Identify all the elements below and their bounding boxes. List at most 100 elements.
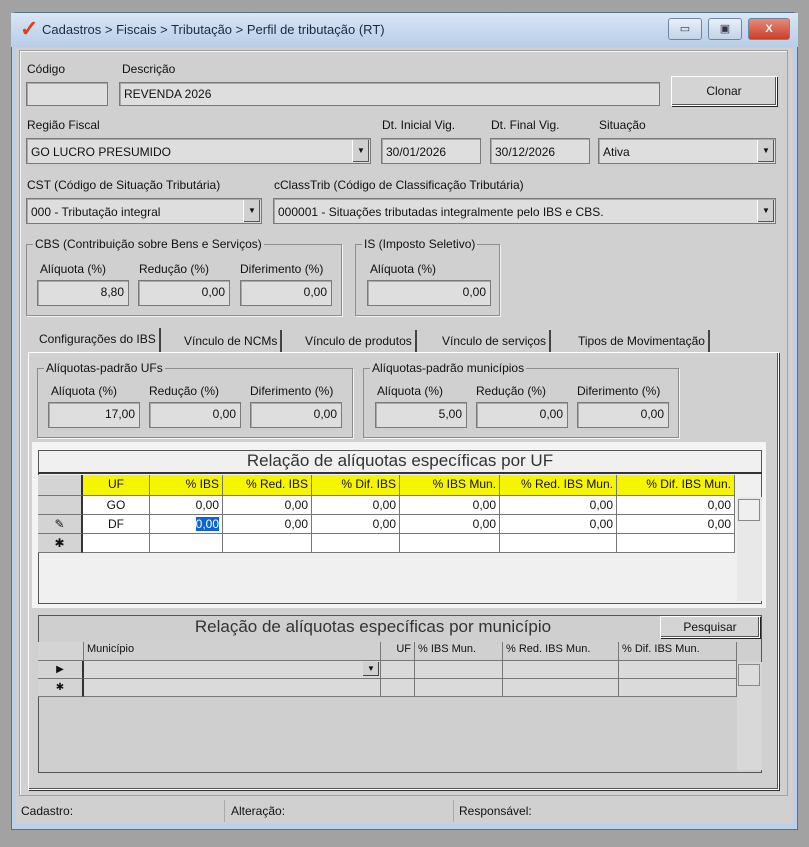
grid-uf-header-2[interactable]: % Red. IBS (223, 475, 312, 496)
grid-uf-cell[interactable]: 0,00 (400, 515, 500, 534)
grid-uf-cell[interactable]: 0,00 (223, 515, 312, 534)
is-title: IS (Imposto Seletivo) (362, 237, 478, 251)
scrollbar-thumb[interactable] (738, 664, 760, 686)
grid-uf-cell[interactable] (223, 534, 312, 553)
cbs-reducao-label: Redução (%) (139, 262, 210, 276)
mun-aliquota-input[interactable]: 5,00 (375, 402, 467, 428)
grid-uf-cell[interactable] (83, 534, 150, 553)
tab-vinculo-servicos[interactable]: Vínculo de serviços (439, 330, 552, 352)
grid-uf-header-4[interactable]: % IBS Mun. (400, 475, 500, 496)
dt-inicial-input[interactable]: 30/01/2026 (381, 138, 481, 164)
situacao-value: Ativa (603, 145, 630, 159)
close-button[interactable]: X (748, 18, 790, 40)
cst-select[interactable]: 000 - Tributação integral ▼ (26, 198, 262, 224)
row-indicator[interactable]: ✱ (38, 679, 84, 697)
grid-mun-header-0[interactable]: Município (84, 642, 381, 661)
ufs-title: Alíquotas-padrão UFs (44, 361, 165, 375)
grid-mun-cell[interactable] (381, 661, 415, 679)
grid-uf-title: Relação de alíquotas específicas por UF (38, 451, 762, 474)
mun-aliquota-label: Alíquota (%) (377, 384, 444, 398)
pesquisar-button[interactable]: Pesquisar (660, 616, 760, 638)
window-title: Cadastros > Fiscais > Tributação > Perfi… (42, 22, 385, 37)
row-indicator[interactable]: ✎ (38, 515, 83, 534)
tab-vinculo-produtos[interactable]: Vínculo de produtos (302, 330, 417, 352)
grid-mun-cell[interactable] (381, 679, 415, 697)
grid-uf-cell[interactable] (312, 534, 400, 553)
cbs-aliquota-label: Alíquota (%) (40, 262, 107, 276)
minimize-button[interactable]: ▭ (668, 18, 702, 40)
maximize-button[interactable]: ▣ (708, 18, 742, 40)
ufs-reducao-label: Redução (%) (149, 384, 220, 398)
grid-mun-cell[interactable] (503, 661, 619, 679)
grid-uf-header-6[interactable]: % Dif. IBS Mun. (617, 475, 735, 496)
chevron-down-icon[interactable]: ▼ (243, 200, 260, 222)
chevron-down-icon[interactable]: ▼ (352, 140, 369, 162)
grid-mun-header-1[interactable]: UF (381, 642, 415, 661)
grid-uf-cell[interactable]: 0,00 (312, 496, 400, 515)
grid-mun-corner (38, 642, 84, 661)
grid-uf-cell[interactable] (617, 534, 735, 553)
tab-configuracoes-ibs[interactable]: Configurações do IBS (36, 328, 161, 352)
grid-uf-cell[interactable]: 0,00 (617, 496, 735, 515)
grid-uf-cell[interactable]: 0,00 (223, 496, 312, 515)
grid-mun-header-4[interactable]: % Dif. IBS Mun. (619, 642, 737, 661)
grid-uf-header-3[interactable]: % Dif. IBS (312, 475, 400, 496)
codigo-label: Código (27, 62, 66, 76)
codigo-input[interactable] (26, 82, 108, 106)
grid-uf-header-1[interactable]: % IBS (150, 475, 223, 496)
grid-uf-cell[interactable] (500, 534, 617, 553)
is-aliquota-label: Alíquota (%) (370, 262, 437, 276)
tab-vinculo-ncms[interactable]: Vínculo de NCMs (181, 330, 283, 352)
grid-uf-cell[interactable] (150, 534, 223, 553)
chevron-down-icon[interactable]: ▼ (363, 662, 379, 676)
row-indicator[interactable]: ✱ (38, 534, 83, 553)
grid-uf-cell[interactable]: 0,00 (500, 496, 617, 515)
grid-uf-cell[interactable]: 0,00 (312, 515, 400, 534)
ufs-aliquota-input[interactable]: 17,00 (48, 402, 140, 428)
grid-mun-cell[interactable] (415, 661, 503, 679)
grid-uf-cell[interactable]: 0,00 (617, 515, 735, 534)
scrollbar-thumb[interactable] (738, 499, 760, 521)
grid-uf-header-5[interactable]: % Red. IBS Mun. (500, 475, 617, 496)
grid-mun-scrollbar[interactable] (737, 662, 762, 770)
grid-uf-cell[interactable]: GO (83, 496, 150, 515)
grid-mun-cell[interactable] (619, 661, 737, 679)
chevron-down-icon[interactable]: ▼ (757, 140, 774, 162)
ufs-diferimento-input[interactable]: 0,00 (250, 402, 342, 428)
descricao-input[interactable]: REVENDA 2026 (119, 82, 660, 106)
municipio-cell[interactable]: ▼ (84, 661, 381, 679)
grid-mun-header-3[interactable]: % Red. IBS Mun. (503, 642, 619, 661)
grid-mun-header-2[interactable]: % IBS Mun. (415, 642, 503, 661)
is-aliquota-input[interactable]: 0,00 (367, 280, 491, 306)
grid-uf-cell[interactable] (400, 534, 500, 553)
mun-diferimento-input[interactable]: 0,00 (577, 402, 669, 428)
regiao-select[interactable]: GO LUCRO PRESUMIDO ▼ (26, 138, 371, 164)
grid-mun-cell[interactable] (415, 679, 503, 697)
cclass-select[interactable]: 000001 - Situações tributadas integralme… (273, 198, 776, 224)
grid-mun-title: Relação de alíquotas específicas por mun… (194, 617, 552, 636)
ufs-reducao-input[interactable]: 0,00 (149, 402, 241, 428)
cbs-diferimento-input[interactable]: 0,00 (240, 280, 332, 306)
grid-uf-cell[interactable]: 0,00 (400, 496, 500, 515)
dt-final-input[interactable]: 30/12/2026 (490, 138, 590, 164)
grid-uf-scrollbar[interactable] (737, 497, 762, 601)
tab-tipos-movimentacao[interactable]: Tipos de Movimentação (575, 330, 710, 352)
status-responsavel: Responsável: (459, 804, 532, 818)
grid-uf-cell[interactable]: 0,00 (500, 515, 617, 534)
municipio-cell[interactable] (84, 679, 381, 697)
mun-reducao-input[interactable]: 0,00 (476, 402, 568, 428)
grid-uf-cell[interactable]: DF (83, 515, 150, 534)
grid-mun-cell[interactable] (619, 679, 737, 697)
row-indicator[interactable]: ▶ (38, 661, 84, 679)
selected-value[interactable]: 0,00 (195, 517, 219, 531)
cbs-aliquota-input[interactable]: 8,80 (37, 280, 129, 306)
grid-uf-cell[interactable]: 0,00 (150, 496, 223, 515)
grid-mun-cell[interactable] (503, 679, 619, 697)
cbs-reducao-input[interactable]: 0,00 (138, 280, 230, 306)
situacao-select[interactable]: Ativa ▼ (598, 138, 776, 164)
row-indicator[interactable] (38, 496, 83, 515)
grid-uf-header-0[interactable]: UF (83, 475, 150, 496)
grid-uf-cell[interactable]: 0,00 (150, 515, 223, 534)
chevron-down-icon[interactable]: ▼ (757, 200, 774, 222)
clonar-button[interactable]: Clonar (671, 76, 777, 106)
